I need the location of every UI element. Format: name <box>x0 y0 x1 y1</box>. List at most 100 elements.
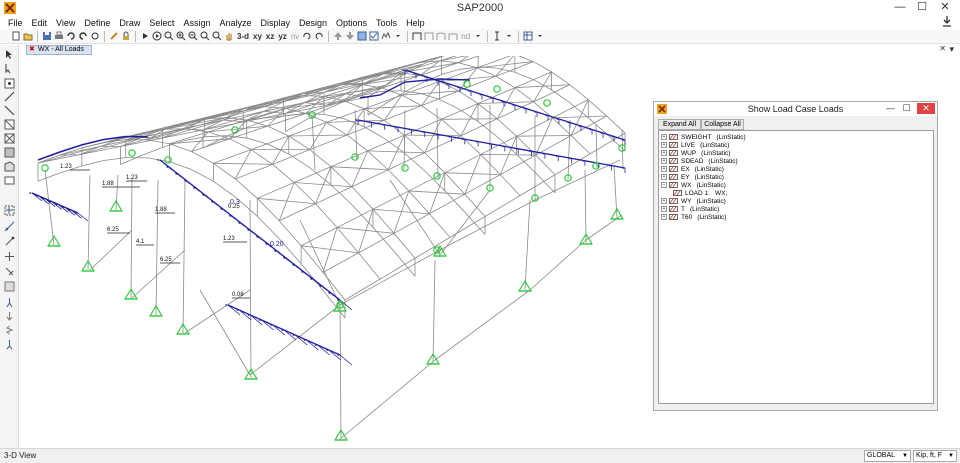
quick-draw-frame-icon[interactable] <box>4 105 15 116</box>
dropdown-arrow-icon[interactable] <box>472 31 483 42</box>
expand-icon[interactable]: + <box>661 174 667 180</box>
dialog-minimize-button[interactable]: — <box>883 103 898 114</box>
run-analysis-icon[interactable] <box>139 31 150 42</box>
load-case-item[interactable]: + WY (LinStatic) <box>661 197 726 205</box>
load-case-child-item[interactable]: LOAD 1: WX; <box>673 189 727 197</box>
snap-grid-icon[interactable] <box>4 281 15 292</box>
reshaper-icon[interactable] <box>4 63 15 74</box>
menu-file[interactable]: File <box>8 18 23 28</box>
zoom-previous-icon[interactable] <box>199 31 210 42</box>
view-3d-button[interactable]: 3-d <box>237 32 249 41</box>
text-cursor-icon[interactable] <box>491 31 502 42</box>
minimize-button[interactable]: — <box>889 0 911 16</box>
menu-options[interactable]: Options <box>336 18 367 28</box>
pencil-icon[interactable] <box>108 31 119 42</box>
collapse-icon[interactable]: − <box>661 182 667 188</box>
load-case-item[interactable]: + EX (LinStatic) <box>661 165 724 173</box>
load-case-item[interactable]: + SWEIGHT (LinStatic) <box>661 133 746 141</box>
open-file-icon[interactable] <box>22 31 33 42</box>
coord-system-select[interactable]: GLOBAL ▼ <box>864 450 911 462</box>
menu-help[interactable]: Help <box>406 18 425 28</box>
load-case-item[interactable]: + WUP (LinStatic) <box>661 149 730 157</box>
zoom-out-icon[interactable] <box>187 31 198 42</box>
tab-pin-icon[interactable]: ▾ <box>949 44 954 55</box>
zoom-window-icon[interactable] <box>163 31 174 42</box>
expand-icon[interactable]: + <box>661 214 667 220</box>
nd-button[interactable]: nd <box>461 32 470 41</box>
expand-icon[interactable]: + <box>661 198 667 204</box>
dialog-close-button[interactable]: ✕ <box>917 103 935 114</box>
load-case-item[interactable]: + T (LinStatic) <box>661 205 719 213</box>
move-down-icon[interactable] <box>344 31 355 42</box>
resize-grip-icon[interactable]: ⋰ <box>930 402 936 409</box>
draw-area-icon[interactable] <box>4 147 15 158</box>
zoom-restore-icon[interactable] <box>211 31 222 42</box>
frame-section-icon[interactable] <box>411 31 422 42</box>
draw-brace-icon[interactable] <box>4 119 15 130</box>
menu-assign[interactable]: Assign <box>183 18 210 28</box>
show-undeformed-icon[interactable] <box>380 31 391 42</box>
dropdown-arrow-icon[interactable] <box>534 31 545 42</box>
draw-joint-icon[interactable] <box>4 78 15 89</box>
view-xy-button[interactable]: xy <box>253 32 262 41</box>
frame-load-icon[interactable] <box>435 31 446 42</box>
snap-ends-icon[interactable] <box>4 236 15 247</box>
refresh-icon[interactable] <box>89 31 100 42</box>
load-case-tree[interactable]: + SWEIGHT (LinStatic) + LIVE (LinStatic) + WUP(… <box>658 130 934 404</box>
load-case-item[interactable]: + LIVE (LinStatic) <box>661 141 729 149</box>
menu-tools[interactable]: Tools <box>376 18 397 28</box>
menu-display[interactable]: Display <box>260 18 290 28</box>
grid-icon[interactable] <box>522 31 533 42</box>
tab-wx-all-loads[interactable]: ✖ WX - All Loads <box>26 45 92 55</box>
menu-design[interactable]: Design <box>299 18 327 28</box>
menu-analyze[interactable]: Analyze <box>219 18 251 28</box>
menu-edit[interactable]: Edit <box>32 18 48 28</box>
rotate-icon[interactable] <box>301 31 312 42</box>
assign-spring-icon[interactable] <box>4 325 15 336</box>
draw-x-brace-icon[interactable] <box>4 133 15 144</box>
expand-icon[interactable]: + <box>661 142 667 148</box>
snap-intersections-icon[interactable] <box>4 251 15 262</box>
assign-mass-icon[interactable] <box>4 339 15 350</box>
pan-icon[interactable] <box>223 31 234 42</box>
move-up-icon[interactable] <box>332 31 343 42</box>
undo-icon[interactable] <box>65 31 76 42</box>
menu-view[interactable]: View <box>56 18 75 28</box>
collapse-all-button[interactable]: Collapse All <box>701 119 744 130</box>
draw-frame-icon[interactable] <box>4 91 15 102</box>
assign-restraint-icon[interactable] <box>4 297 15 308</box>
expand-icon[interactable]: + <box>661 166 667 172</box>
view-yz-button[interactable]: yz <box>278 32 286 41</box>
zoom-in-icon[interactable] <box>175 31 186 42</box>
pointer-icon[interactable] <box>4 49 15 60</box>
frame-link-icon[interactable] <box>447 31 458 42</box>
units-select[interactable]: Kip, ft, F ▼ <box>913 450 957 462</box>
set-display-icon[interactable] <box>356 31 367 42</box>
view-xz-button[interactable]: xz <box>266 32 274 41</box>
tab-close-icon[interactable]: ✕ <box>939 44 946 53</box>
intersecting-line-icon[interactable] <box>4 221 15 232</box>
maximize-button[interactable]: ☐ <box>911 0 933 16</box>
new-file-icon[interactable] <box>10 31 21 42</box>
load-case-item[interactable]: + SDEAD (LinStatic) <box>661 157 738 165</box>
print-icon[interactable] <box>53 31 64 42</box>
dropdown-arrow-icon[interactable] <box>503 31 514 42</box>
expand-all-button[interactable]: Expand All <box>658 119 701 130</box>
redo-icon[interactable] <box>77 31 88 42</box>
draw-poly-area-icon[interactable] <box>4 161 15 172</box>
expand-icon[interactable]: + <box>661 158 667 164</box>
load-case-item[interactable]: + T60 (LinStatic) <box>661 213 726 221</box>
dropdown-arrow-icon[interactable] <box>392 31 403 42</box>
load-case-item[interactable]: + EY (LinStatic) <box>661 173 724 181</box>
expand-icon[interactable]: + <box>661 150 667 156</box>
download-icon[interactable] <box>942 15 952 27</box>
lock-icon[interactable] <box>120 31 131 42</box>
dialog-maximize-button[interactable]: ☐ <box>899 103 914 114</box>
frame-release-icon[interactable] <box>423 31 434 42</box>
assign-load-icon[interactable] <box>4 311 15 322</box>
view-nv-button[interactable]: nv <box>291 32 299 41</box>
save-icon[interactable] <box>41 31 52 42</box>
snap-perpendicular-icon[interactable] <box>4 266 15 277</box>
run-now-icon[interactable] <box>151 31 162 42</box>
expand-icon[interactable]: + <box>661 206 667 212</box>
